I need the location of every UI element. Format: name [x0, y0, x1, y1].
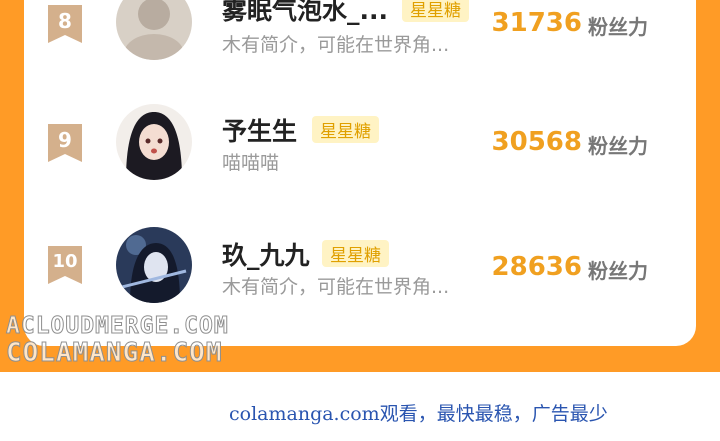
- rank-number: 9: [58, 128, 72, 152]
- user-bio: 喵喵喵: [222, 152, 280, 174]
- level-badge: 星星糖: [322, 240, 389, 267]
- avatar[interactable]: [116, 227, 192, 303]
- rank-badge: 9: [48, 124, 82, 162]
- rank-badge: 10: [48, 246, 82, 284]
- user-name[interactable]: 予生生: [222, 112, 297, 148]
- user-name[interactable]: 玖_九九: [222, 236, 310, 272]
- level-badge: 星星糖: [402, 0, 469, 22]
- user-name[interactable]: 雾眠气泡水_...: [222, 0, 388, 27]
- ranking-row[interactable]: 8 雾眠气泡水_... 星星糖 木有简介，可能在世界角... 31736 粉丝力: [24, 0, 696, 83]
- ranking-row[interactable]: 10 玖_九九 星星糖 木有简介，可能在世界角... 28636 粉丝力: [24, 208, 696, 318]
- rank-number: 10: [52, 251, 78, 272]
- fan-power-count: 31736: [491, 8, 582, 38]
- footer-notice: colamanga.com观看，最快最稳，广告最少: [229, 403, 608, 425]
- ranking-row[interactable]: 9 予生生 星星糖 喵喵喵 30568 粉丝力: [24, 90, 696, 200]
- avatar[interactable]: [116, 0, 192, 60]
- fan-power-count: 28636: [491, 252, 582, 282]
- watermark-text: COLAMANGA.COM: [6, 338, 223, 369]
- fan-power-label: 粉丝力: [588, 259, 648, 283]
- watermark-text: ACLOUDMERGE.COM: [6, 313, 229, 340]
- ranking-card: 8 雾眠气泡水_... 星星糖 木有简介，可能在世界角... 31736 粉丝力…: [24, 0, 696, 346]
- rank-badge: 8: [48, 5, 82, 43]
- fan-power-count: 30568: [491, 127, 582, 157]
- fan-power-label: 粉丝力: [588, 134, 648, 158]
- rank-number: 8: [58, 9, 72, 33]
- avatar[interactable]: [116, 104, 192, 180]
- level-badge: 星星糖: [312, 116, 379, 143]
- user-bio: 木有简介，可能在世界角...: [222, 34, 450, 56]
- fan-power-label: 粉丝力: [588, 15, 648, 39]
- user-bio: 木有简介，可能在世界角...: [222, 276, 450, 298]
